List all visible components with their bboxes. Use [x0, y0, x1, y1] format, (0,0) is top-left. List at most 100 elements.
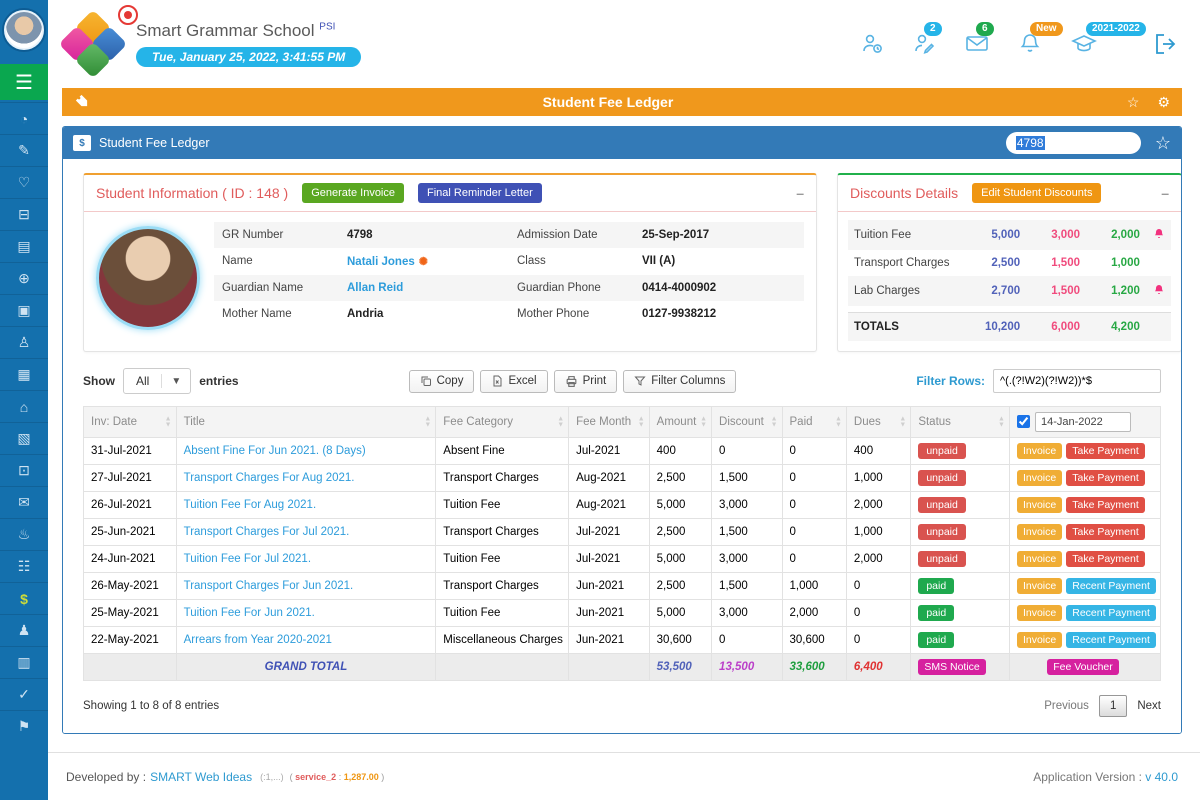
sidebar-item-mail-money[interactable]: ✉	[0, 486, 48, 518]
invoice-button[interactable]: Invoice	[1017, 605, 1062, 621]
column-header-amount[interactable]: Amount▲▼	[649, 407, 711, 438]
sidebar-item-library[interactable]: ☷	[0, 550, 48, 582]
sidebar-item-student-edit[interactable]: ✎	[0, 134, 48, 166]
sidebar-item-web[interactable]: ⊕	[0, 262, 48, 294]
page-number-button[interactable]: 1	[1099, 695, 1127, 717]
sidebar-item-fee-ledger[interactable]: $	[0, 582, 48, 614]
recent-payment-button[interactable]: Recent Payment	[1066, 632, 1156, 648]
sidebar-item-tasks[interactable]: ✓	[0, 678, 48, 710]
student-photo[interactable]	[96, 226, 200, 330]
collapse-icon[interactable]: –	[1161, 185, 1169, 201]
invoice-button[interactable]: Invoice	[1017, 632, 1062, 648]
previous-page-link[interactable]: Previous	[1044, 700, 1089, 712]
copy-button[interactable]: Copy	[409, 370, 475, 393]
sidebar-item-health[interactable]: ♡	[0, 166, 48, 198]
sidebar-item-fee-card[interactable]: ⊟	[0, 198, 48, 230]
title-link[interactable]: Absent Fine For Jun 2021. (8 Days)	[176, 438, 436, 465]
date-filter-input[interactable]	[1035, 412, 1131, 432]
title-link[interactable]: Tuition Fee For Jun 2021.	[176, 600, 436, 627]
recent-payment-button[interactable]: Recent Payment	[1066, 605, 1156, 621]
title-link[interactable]: Transport Charges For Jul 2021.	[176, 519, 436, 546]
sidebar-item-clipboard[interactable]: ▣	[0, 294, 48, 326]
status-badge[interactable]: unpaid	[918, 470, 966, 486]
generate-invoice-button[interactable]: Generate Invoice	[302, 183, 404, 203]
status-badge[interactable]: unpaid	[918, 551, 966, 567]
sidebar-item-card-heart[interactable]: ▥	[0, 646, 48, 678]
status-badge[interactable]: unpaid	[918, 524, 966, 540]
sidebar-item-photo[interactable]: ▧	[0, 422, 48, 454]
column-header-discount[interactable]: Discount▲▼	[712, 407, 782, 438]
title-link[interactable]: Arrears from Year 2020-2021	[176, 627, 436, 654]
invoice-button[interactable]: Invoice	[1017, 443, 1062, 459]
column-header-fee-category[interactable]: Fee Category▲▼	[436, 407, 569, 438]
academic-session-icon[interactable]: 2021-2022	[1070, 31, 1098, 55]
invoice-button[interactable]: Invoice	[1017, 497, 1062, 513]
edit-student-discounts-button[interactable]: Edit Student Discounts	[972, 183, 1101, 203]
logout-icon[interactable]	[1152, 31, 1178, 57]
title-link[interactable]: Transport Charges For Jun 2021.	[176, 573, 436, 600]
column-header-status[interactable]: Status▲▼	[911, 407, 1010, 438]
take-payment-button[interactable]: Take Payment	[1066, 524, 1145, 540]
notifications-bell-icon[interactable]: New	[1018, 31, 1042, 55]
title-link[interactable]: Tuition Fee For Aug 2021.	[176, 492, 436, 519]
filter-rows-input[interactable]	[993, 369, 1161, 393]
sidebar-item-dashboard[interactable]: ◔	[0, 102, 48, 134]
recent-payment-button[interactable]: Recent Payment	[1066, 578, 1156, 594]
attendance-person-clock-icon[interactable]	[860, 31, 884, 55]
title-link[interactable]: Tuition Fee For Jul 2021.	[176, 546, 436, 573]
column-header-fee-month[interactable]: Fee Month▲▼	[569, 407, 650, 438]
sidebar-item-calendar[interactable]: ▦	[0, 358, 48, 390]
developer-link[interactable]: SMART Web Ideas	[150, 770, 252, 784]
status-badge[interactable]: paid	[918, 578, 954, 594]
final-reminder-letter-button[interactable]: Final Reminder Letter	[418, 183, 542, 203]
sidebar-item-academic[interactable]: ⚑	[0, 710, 48, 742]
collapse-icon[interactable]: –	[796, 185, 804, 201]
sidebar-item-person[interactable]: ♙	[0, 326, 48, 358]
student-search-input[interactable]: 4798	[1006, 132, 1141, 154]
bookmark-star-icon[interactable]: ☆	[1155, 133, 1171, 154]
column-header-inv-date[interactable]: Inv: Date▲▼	[84, 407, 177, 438]
sidebar-item-factory[interactable]: ♨	[0, 518, 48, 550]
student-registration-icon[interactable]: 2	[912, 31, 936, 55]
filter-columns-button[interactable]: Filter Columns	[623, 370, 736, 393]
field-value: 0414-4000902	[634, 275, 804, 301]
column-header-dues[interactable]: Dues▲▼	[846, 407, 910, 438]
header-toolbar: 2 6 New 2021-2022	[860, 31, 1178, 57]
messages-envelope-icon[interactable]: 6	[964, 31, 990, 55]
title-link[interactable]: Transport Charges For Aug 2021.	[176, 465, 436, 492]
column-header-paid[interactable]: Paid▲▼	[782, 407, 846, 438]
field-value[interactable]: Allan Reid	[339, 275, 509, 301]
invoice-button[interactable]: Invoice	[1017, 551, 1062, 567]
fee-voucher-button[interactable]: Fee Voucher	[1047, 659, 1119, 675]
sidebar-item-reception[interactable]: ⌂	[0, 390, 48, 422]
status-badge[interactable]: paid	[918, 605, 954, 621]
sms-notice-button[interactable]: SMS Notice	[918, 659, 985, 675]
tag-icon[interactable]	[74, 93, 89, 111]
take-payment-button[interactable]: Take Payment	[1066, 443, 1145, 459]
settings-gears-icon[interactable]: ⚙	[1157, 94, 1170, 111]
sidebar-item-staff[interactable]: ♟	[0, 614, 48, 646]
invoice-button[interactable]: Invoice	[1017, 470, 1062, 486]
print-button[interactable]: Print	[554, 370, 618, 393]
select-all-checkbox[interactable]	[1017, 415, 1030, 428]
sidebar-item-id-card[interactable]: ▤	[0, 230, 48, 262]
favorite-star-icon[interactable]: ☆	[1127, 94, 1140, 111]
gear-icon[interactable]: ✺	[419, 256, 428, 268]
status-badge[interactable]: unpaid	[918, 497, 966, 513]
status-badge[interactable]: paid	[918, 632, 954, 648]
entries-select[interactable]: All ▼	[123, 368, 191, 394]
take-payment-button[interactable]: Take Payment	[1066, 551, 1145, 567]
column-header-title[interactable]: Title▲▼	[176, 407, 436, 438]
excel-button[interactable]: Excel	[480, 370, 547, 393]
field-value[interactable]: Natali Jones✺	[339, 248, 509, 275]
take-payment-button[interactable]: Take Payment	[1066, 470, 1145, 486]
sidebar-item-computer[interactable]: ⊡	[0, 454, 48, 486]
take-payment-button[interactable]: Take Payment	[1066, 497, 1145, 513]
student-info-row: GR Number4798Admission Date25-Sep-2017	[214, 222, 804, 248]
invoice-button[interactable]: Invoice	[1017, 578, 1062, 594]
status-badge[interactable]: unpaid	[918, 443, 966, 459]
menu-toggle-button[interactable]: ☰	[0, 64, 48, 100]
user-avatar[interactable]	[4, 10, 44, 50]
invoice-button[interactable]: Invoice	[1017, 524, 1062, 540]
next-page-link[interactable]: Next	[1137, 700, 1161, 712]
